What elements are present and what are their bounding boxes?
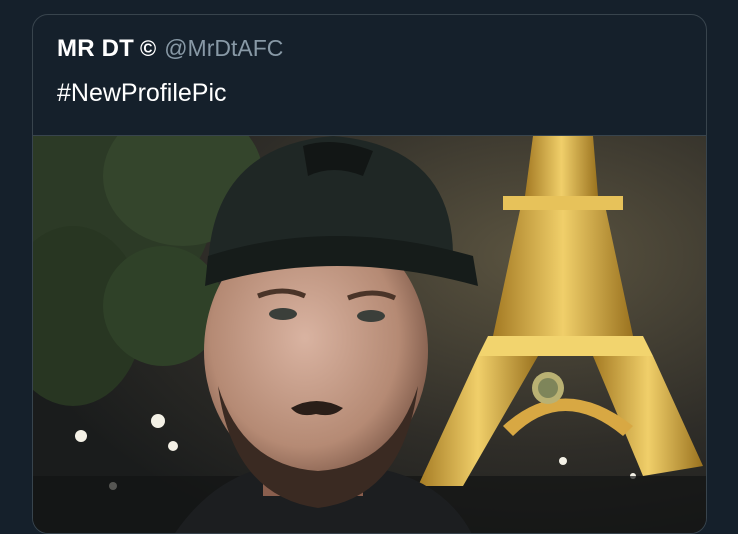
user-handle[interactable]: @MrDtAFC: [164, 35, 283, 61]
tweet-photo[interactable]: [33, 135, 706, 533]
tweet-text[interactable]: #NewProfilePic: [57, 79, 227, 108]
tweet-card[interactable]: MR DT © @MrDtAFC #NewProfilePic: [32, 14, 707, 534]
display-name[interactable]: MR DT: [57, 35, 134, 62]
tweet-header: MR DT © @MrDtAFC: [57, 35, 283, 63]
photo-image: [33, 136, 706, 533]
copyright-badge-icon: ©: [139, 36, 157, 61]
